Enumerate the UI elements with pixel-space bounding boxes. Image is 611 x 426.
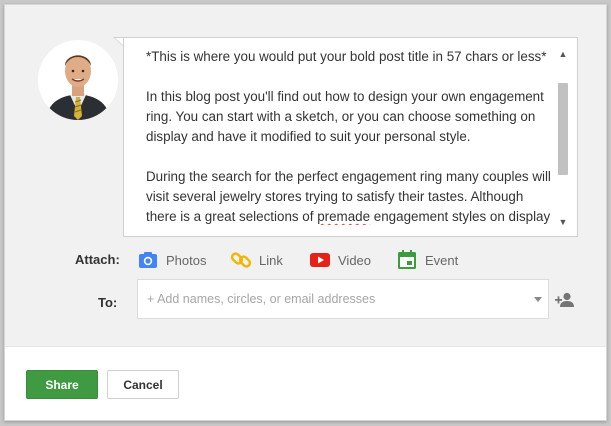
scroll-thumb[interactable] — [558, 83, 568, 175]
camera-icon — [137, 249, 159, 271]
attach-event-label: Event — [425, 252, 459, 268]
misspelled-word[interactable]: premade — [317, 209, 370, 224]
youtube-icon — [309, 249, 331, 271]
post-textarea[interactable]: *This is where you would put your bold p… — [123, 37, 578, 237]
attach-link-button[interactable]: Link — [230, 248, 283, 272]
calendar-icon — [396, 249, 418, 271]
to-label: To: — [98, 295, 118, 310]
avatar — [38, 40, 118, 120]
scroll-track[interactable] — [558, 63, 568, 213]
scroll-down-arrow-icon[interactable]: ▼ — [556, 215, 570, 229]
scroll-up-arrow-icon[interactable]: ▲ — [556, 47, 570, 61]
attach-photos-button[interactable]: Photos — [137, 248, 206, 272]
attach-label: Attach: — [75, 252, 120, 267]
post-paragraph: During the search for the perfect engage… — [146, 167, 554, 225]
share-dialog: *This is where you would put your bold p… — [4, 4, 607, 421]
post-text[interactable]: *This is where you would put your bold p… — [146, 47, 554, 225]
attach-link-label: Link — [259, 252, 283, 268]
attach-event-button[interactable]: Event — [396, 248, 458, 272]
vertical-scrollbar[interactable]: ▲ ▼ — [556, 47, 570, 229]
share-button[interactable]: Share — [26, 370, 98, 399]
link-icon — [230, 249, 252, 271]
attach-video-button[interactable]: Video — [309, 248, 371, 272]
post-paragraph: In this blog post you'll find out how to… — [146, 89, 544, 144]
chevron-down-icon[interactable] — [534, 297, 542, 302]
attach-video-label: Video — [338, 252, 372, 268]
recipients-input[interactable] — [137, 279, 549, 319]
add-person-icon[interactable] — [554, 289, 576, 311]
user-photo — [38, 40, 118, 120]
cancel-button[interactable]: Cancel — [107, 370, 179, 399]
attach-photos-label: Photos — [166, 252, 207, 268]
post-title-line: *This is where you would put your bold p… — [146, 49, 547, 64]
